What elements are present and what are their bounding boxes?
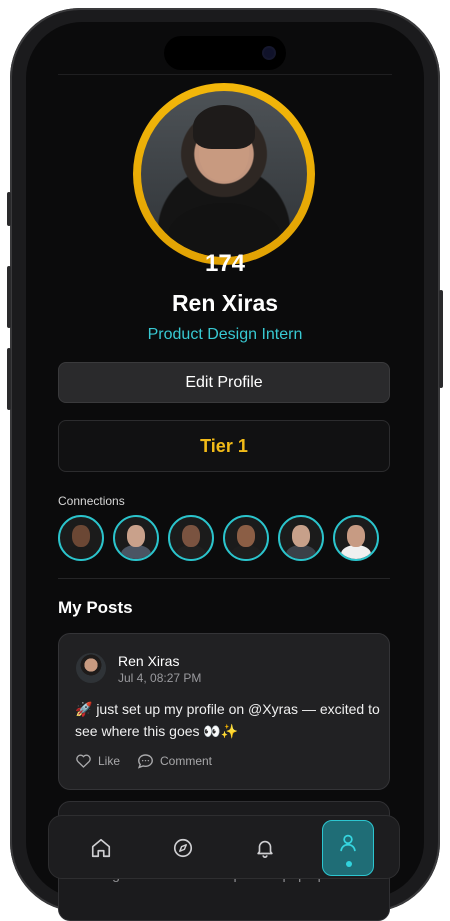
connection-avatar-2[interactable]: [113, 515, 159, 561]
avatar-hair: [193, 105, 255, 149]
active-tab-indicator: [346, 861, 352, 867]
camera-icon: [264, 48, 274, 58]
tab-explore[interactable]: [163, 828, 203, 868]
connection-avatar-6[interactable]: [333, 515, 379, 561]
tab-notifications[interactable]: [245, 828, 285, 868]
avatar-body: [167, 203, 281, 257]
connections-row: [58, 515, 390, 563]
connections-label: Connections: [58, 494, 125, 508]
connection-avatar-3[interactable]: [168, 515, 214, 561]
post-author-avatar[interactable]: [76, 653, 106, 683]
side-button-action: [7, 192, 11, 226]
tier-card[interactable]: Tier 1: [58, 420, 390, 472]
dynamic-island: [164, 36, 286, 70]
connection-avatar-4[interactable]: [223, 515, 269, 561]
heart-icon: [76, 754, 91, 768]
comment-label: Comment: [160, 754, 213, 768]
bell-icon: [257, 840, 273, 858]
profile-icon: [340, 834, 356, 852]
profile-avatar[interactable]: [133, 83, 315, 265]
profile-score: 174: [204, 250, 246, 277]
like-label: Like: [98, 753, 121, 768]
comment-icon: [137, 754, 153, 769]
bottom-tab-bar: [48, 815, 400, 879]
like-button[interactable]: Like: [75, 753, 120, 768]
tab-profile[interactable]: [322, 820, 374, 876]
avatar-photo: [141, 91, 307, 257]
post-card[interactable]: Ren Xiras Jul 4, 08:27 PM 🚀 just set up …: [58, 633, 390, 790]
connection-avatar-1[interactable]: [58, 515, 104, 561]
edit-profile-button[interactable]: Edit Profile: [58, 362, 390, 403]
post-author-name[interactable]: Ren Xiras: [118, 653, 179, 669]
home-icon: [91, 838, 111, 858]
profile-title: Product Design Intern: [147, 326, 303, 343]
connection-avatar-5[interactable]: [278, 515, 324, 561]
post-timestamp: Jul 4, 08:27 PM: [118, 671, 202, 685]
side-button-volume-down: [7, 348, 11, 410]
profile-name: Ren Xiras: [171, 290, 279, 316]
compass-icon: [173, 838, 193, 858]
top-divider: [58, 74, 392, 75]
comment-button[interactable]: Comment: [137, 753, 212, 769]
tab-home[interactable]: [81, 828, 121, 868]
section-divider: [58, 578, 390, 579]
post-text: 🚀 just set up my profile on @Xyras — exc…: [75, 701, 380, 739]
my-posts-title: My Posts: [58, 598, 133, 617]
